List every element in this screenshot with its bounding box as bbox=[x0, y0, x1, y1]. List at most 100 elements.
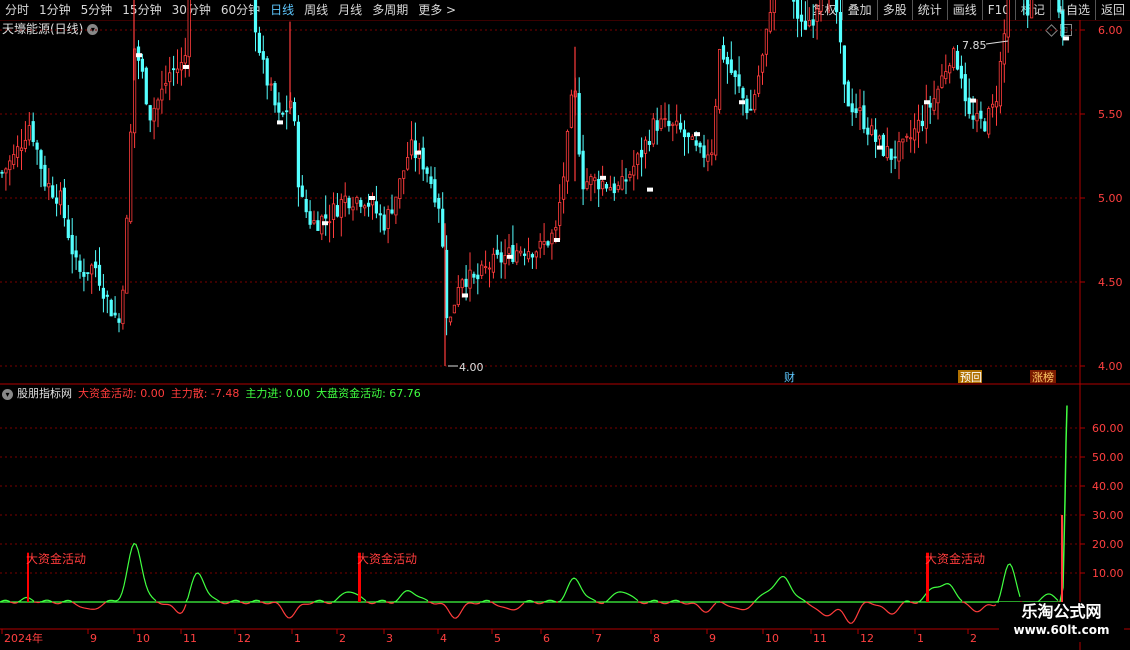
candlestick bbox=[733, 69, 737, 95]
ma-marker bbox=[600, 175, 606, 180]
candlestick bbox=[285, 95, 289, 130]
candlestick bbox=[335, 193, 340, 218]
candlestick bbox=[480, 260, 484, 279]
candlestick bbox=[948, 62, 952, 84]
ma-marker bbox=[924, 100, 930, 105]
candlestick bbox=[651, 113, 655, 148]
candlestick bbox=[924, 84, 928, 144]
candlestick bbox=[483, 250, 488, 274]
candlestick bbox=[675, 104, 679, 134]
candlestick bbox=[160, 70, 164, 114]
candlestick bbox=[550, 229, 554, 260]
event-marker-limitup: 涨榜 bbox=[1032, 370, 1054, 384]
candlestick bbox=[905, 133, 909, 142]
candlestick bbox=[589, 173, 593, 202]
candlestick bbox=[562, 162, 566, 214]
candlestick bbox=[819, 0, 823, 22]
price-tick-label: 5.50 bbox=[1098, 108, 1123, 121]
candlestick bbox=[101, 274, 105, 313]
candlestick bbox=[121, 285, 125, 330]
candlestick bbox=[183, 37, 187, 78]
time-tick-label: 5 bbox=[494, 632, 501, 645]
candlestick bbox=[491, 247, 496, 279]
candlestick bbox=[632, 150, 636, 191]
time-tick-label: 7 bbox=[595, 632, 602, 645]
candlestick bbox=[542, 223, 546, 256]
ma-marker bbox=[277, 120, 283, 125]
candlestick bbox=[359, 197, 363, 214]
candlestick bbox=[171, 55, 176, 86]
candlestick bbox=[757, 65, 761, 98]
candlestick bbox=[152, 97, 156, 140]
time-tick-label: 1 bbox=[294, 632, 301, 645]
candlestick bbox=[433, 167, 437, 208]
ma-marker bbox=[183, 64, 189, 69]
candlestick bbox=[0, 169, 4, 178]
candlestick bbox=[140, 53, 144, 79]
time-tick-label: 9 bbox=[90, 632, 97, 645]
candlestick bbox=[117, 313, 121, 333]
candlestick bbox=[1023, 0, 1025, 16]
candlestick bbox=[710, 139, 714, 166]
time-tick-label: 6 bbox=[543, 632, 550, 645]
candlestick bbox=[66, 204, 70, 241]
watermark-title: 乐淘公式网 bbox=[1021, 602, 1102, 621]
candlestick bbox=[97, 247, 102, 291]
candlestick bbox=[12, 144, 16, 170]
candlestick bbox=[8, 155, 12, 186]
candlestick bbox=[597, 170, 601, 208]
candlestick bbox=[807, 7, 811, 28]
price-tick-label: 4.00 bbox=[1098, 360, 1123, 373]
candlestick bbox=[601, 165, 605, 196]
time-tick-label: 12 bbox=[237, 632, 251, 645]
candlestick bbox=[679, 114, 683, 133]
candlestick bbox=[718, 48, 722, 114]
candlestick bbox=[901, 138, 905, 160]
time-tick-label: 2 bbox=[339, 632, 346, 645]
candlestick bbox=[893, 140, 897, 170]
candlestick bbox=[913, 113, 917, 154]
ma-marker bbox=[739, 100, 745, 105]
stock-chart-canvas[interactable]: 7.507.006.506.005.505.004.504.0060.0050.… bbox=[0, 0, 1130, 650]
candlestick bbox=[281, 111, 285, 118]
candlestick bbox=[944, 54, 948, 85]
ma-marker bbox=[694, 132, 700, 137]
candlestick bbox=[647, 129, 652, 152]
price-tick-label: 6.00 bbox=[1098, 24, 1123, 37]
candlestick bbox=[523, 248, 527, 266]
candlestick bbox=[519, 246, 523, 257]
candlestick bbox=[940, 64, 944, 89]
candlestick bbox=[994, 85, 999, 126]
ma-marker bbox=[647, 187, 653, 192]
candlestick bbox=[558, 184, 562, 240]
time-tick-label: 4 bbox=[440, 632, 447, 645]
candlestick bbox=[1030, 0, 1034, 19]
candlestick bbox=[640, 137, 644, 177]
candlestick bbox=[515, 243, 519, 266]
candlestick bbox=[35, 139, 39, 165]
candlestick bbox=[698, 141, 702, 154]
candlestick bbox=[70, 218, 74, 274]
candlestick bbox=[768, 0, 772, 34]
candlestick bbox=[253, 0, 258, 52]
candlestick bbox=[725, 51, 730, 84]
candlestick bbox=[378, 204, 382, 233]
candlestick bbox=[870, 118, 874, 137]
high-price-label: 7.85 bbox=[962, 39, 987, 52]
candlestick bbox=[874, 118, 878, 158]
candlestick bbox=[331, 192, 336, 239]
ma-marker bbox=[322, 221, 328, 226]
candlestick bbox=[417, 142, 421, 175]
candlestick bbox=[667, 104, 671, 132]
candlestick bbox=[897, 131, 901, 180]
candlestick bbox=[109, 298, 113, 317]
candlestick bbox=[269, 77, 273, 91]
candlestick bbox=[4, 167, 8, 191]
candlestick bbox=[175, 49, 180, 84]
candlestick bbox=[444, 235, 449, 336]
candlestick bbox=[421, 136, 425, 181]
candlestick bbox=[612, 176, 616, 201]
candlestick bbox=[382, 206, 386, 235]
candlestick bbox=[316, 211, 320, 231]
candlestick bbox=[320, 214, 324, 241]
